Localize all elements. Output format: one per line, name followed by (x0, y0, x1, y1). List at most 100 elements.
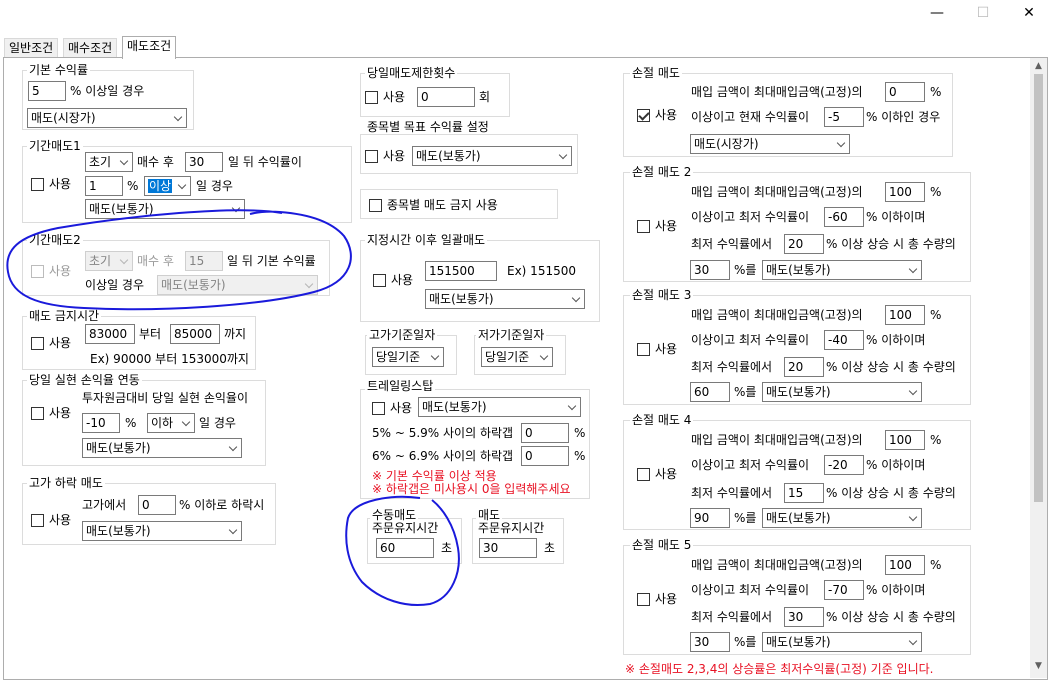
trailing-note2: ※ 하락갭은 미사용시 0을 입력해주세요 (372, 482, 571, 496)
stop-loss-4-use-checkbox[interactable] (637, 468, 650, 481)
stop-loss-4-rise-input[interactable]: 15 (784, 483, 824, 503)
stop-loss-2-rise-input[interactable]: 20 (784, 234, 824, 254)
stop-loss-4-low-suffix: % 이하이며 (866, 458, 926, 472)
stop-loss-5-low-rate-input[interactable]: -70 (824, 580, 864, 600)
maximize-button[interactable]: ☐ (960, 0, 1006, 26)
stop-loss-order-select[interactable]: 매도(시장가) (690, 134, 850, 154)
stop-loss-3-line3: 최저 수익률에서 (691, 360, 773, 374)
after-time-order-select[interactable]: 매도(보통가) (425, 289, 585, 309)
period2-order-select[interactable]: 매도(보통가) (157, 275, 318, 295)
daily-limit-use-checkbox[interactable] (365, 91, 378, 104)
stop-loss-4-line1: 매입 금액이 최대매입금액(고정)의 (691, 433, 863, 447)
scroll-up-arrow-icon[interactable]: ▲ (1033, 61, 1044, 72)
trailing-row2-unit: % (574, 449, 586, 463)
period1-rate-input[interactable]: 1 (85, 176, 123, 196)
period2-use-checkbox[interactable] (31, 265, 44, 278)
period2-period-select[interactable]: 초기 (85, 251, 133, 271)
sell-ban-from-input[interactable]: 83000 (85, 324, 135, 344)
stop-loss-2-use-checkbox[interactable] (637, 220, 650, 233)
tab-sell[interactable]: 매도조건 (122, 36, 177, 59)
stop-loss-5-line1: 매입 금액이 최대매입금액(고정)의 (691, 558, 863, 572)
stop-loss-5-use-checkbox[interactable] (637, 593, 650, 606)
stop-loss-3-use-label: 사용 (655, 342, 678, 356)
stop-loss-4-line2: 이상이고 최저 수익률이 (691, 458, 810, 472)
trailing-row1-input[interactable]: 0 (521, 423, 569, 443)
stop-loss-3-order-select[interactable]: 매도(보통가) (762, 382, 922, 402)
stop-loss-3-buy-rate-input[interactable]: 100 (885, 305, 925, 325)
stop-loss-2-qty-input[interactable]: 30 (690, 260, 730, 280)
target-profit-use-label: 사용 (383, 149, 406, 163)
stop-loss-2-title: 손절 매도 2 (630, 165, 694, 179)
stop-loss-5-qty-suffix: %를 (734, 635, 757, 649)
sell-hold-title2: 주문유지시간 (476, 521, 547, 535)
sell-ban-use-label: 사용 (49, 336, 72, 350)
close-button[interactable]: ✕ (1006, 0, 1052, 26)
period1-rate-suffix: % (127, 179, 139, 193)
target-profit-use-checkbox[interactable] (365, 150, 378, 163)
stop-loss-5-pct: % (930, 558, 942, 572)
period1-cond-select[interactable]: 이상 (144, 176, 191, 196)
manual-sell-input[interactable]: 60 (376, 538, 434, 558)
period1-order-select[interactable]: 매도(보통가) (85, 199, 245, 219)
stop-loss-rate-input[interactable]: 0 (885, 82, 925, 102)
stop-loss-2-low-suffix: % 이하이며 (866, 210, 926, 224)
trailing-use-checkbox[interactable] (372, 402, 385, 415)
after-time-example: Ex) 151500 (507, 264, 576, 278)
stop-loss-5-order-select[interactable]: 매도(보통가) (762, 632, 922, 652)
basic-profit-title: 기본 수익률 (27, 63, 91, 77)
basic-profit-input[interactable]: 5 (28, 81, 66, 101)
high-drop-rate-input[interactable]: 0 (138, 495, 176, 515)
ban-per-stock-checkbox[interactable] (369, 199, 382, 212)
stop-loss-4-order-select[interactable]: 매도(보통가) (762, 508, 922, 528)
trailing-row1-unit: % (574, 426, 586, 440)
manual-sell-unit: 초 (441, 541, 453, 555)
trailing-order-select[interactable]: 매도(보통가) (418, 397, 581, 417)
stop-loss-5-line2: 이상이고 최저 수익률이 (691, 583, 810, 597)
stop-loss-2-order-select[interactable]: 매도(보통가) (762, 260, 922, 280)
high-base-select[interactable]: 당일기준 (372, 347, 444, 367)
period1-days-input[interactable]: 30 (185, 152, 223, 172)
stop-loss-3-low-rate-input[interactable]: -40 (824, 330, 864, 350)
trailing-row2-input[interactable]: 0 (521, 446, 569, 466)
tab-general[interactable]: 일반조건 (4, 38, 59, 58)
sell-ban-use-checkbox[interactable] (31, 337, 44, 350)
stop-loss-5-qty-input[interactable]: 30 (690, 632, 730, 652)
sell-ban-to-input[interactable]: 85000 (170, 324, 220, 344)
stop-loss-3-qty-input[interactable]: 60 (690, 382, 730, 402)
period1-use-checkbox[interactable] (31, 178, 44, 191)
after-time-use-checkbox[interactable] (373, 274, 386, 287)
stop-loss-use-checkbox[interactable] (637, 109, 650, 122)
stop-loss-5-buy-rate-input[interactable]: 100 (885, 555, 925, 575)
minimize-button[interactable]: — (914, 0, 960, 26)
period1-days-suffix: 일 뒤 수익률이 (228, 155, 302, 169)
stop-loss-3-rise-input[interactable]: 20 (784, 357, 824, 377)
daily-loss-cond-select[interactable]: 이하 (147, 413, 195, 433)
basic-profit-order-select[interactable]: 매도(시장가) (27, 108, 187, 128)
sell-hold-title1: 매도 (476, 508, 503, 522)
scrollbar-thumb[interactable] (1034, 74, 1043, 502)
period2-days-input[interactable]: 15 (185, 251, 223, 271)
stop-loss-3-use-checkbox[interactable] (637, 343, 650, 356)
target-profit-order-select[interactable]: 매도(보통가) (412, 146, 572, 166)
stop-loss-4-qty-input[interactable]: 90 (690, 508, 730, 528)
after-time-input[interactable]: 151500 (425, 261, 497, 281)
stop-loss-4-buy-rate-input[interactable]: 100 (885, 430, 925, 450)
stop-loss-cur-input[interactable]: -5 (824, 107, 864, 127)
high-drop-use-checkbox[interactable] (31, 514, 44, 527)
tab-buy[interactable]: 매수조건 (63, 38, 118, 58)
sell-hold-input[interactable]: 30 (479, 538, 537, 558)
stop-loss-2-rise-suffix: % 이상 상승 시 총 수량의 (826, 237, 956, 251)
stop-loss-4-low-rate-input[interactable]: -20 (824, 455, 864, 475)
daily-loss-rate-input[interactable]: -10 (82, 413, 120, 433)
period1-period-select[interactable]: 초기 (85, 152, 133, 172)
low-base-select[interactable]: 당일기준 (481, 347, 553, 367)
high-drop-order-select[interactable]: 매도(보통가) (82, 521, 242, 541)
daily-loss-order-select[interactable]: 매도(보통가) (82, 438, 242, 458)
stop-loss-2-low-rate-input[interactable]: -60 (824, 207, 864, 227)
stop-loss-4-use-label: 사용 (655, 467, 678, 481)
scroll-down-arrow-icon[interactable]: ▼ (1033, 661, 1044, 672)
stop-loss-5-rise-input[interactable]: 30 (784, 607, 824, 627)
daily-loss-use-checkbox[interactable] (31, 407, 44, 420)
stop-loss-2-buy-rate-input[interactable]: 100 (885, 182, 925, 202)
daily-limit-count-input[interactable]: 0 (417, 87, 475, 107)
